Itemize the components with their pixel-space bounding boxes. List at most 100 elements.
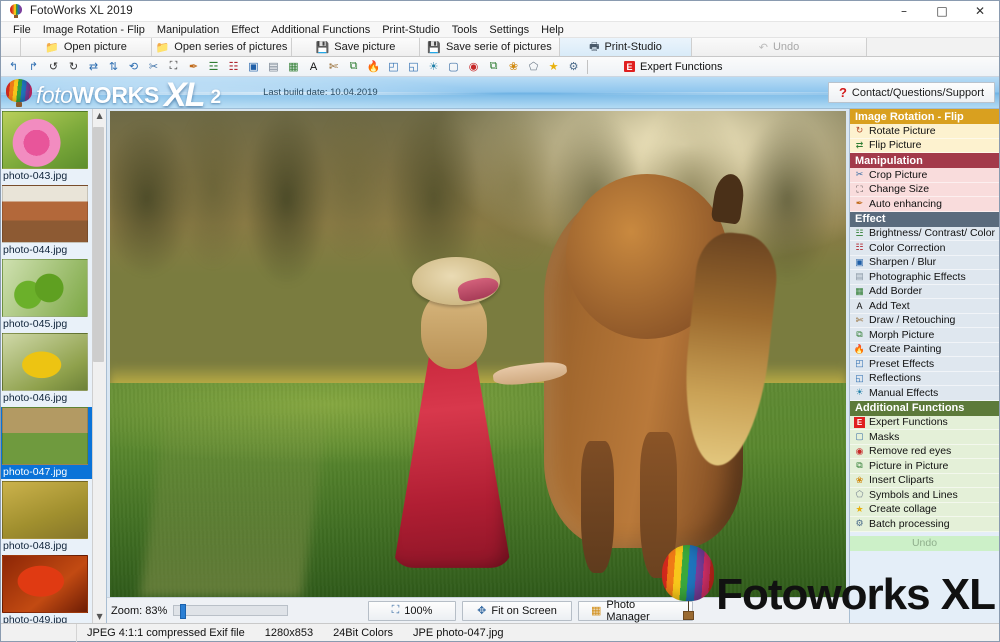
- sidebar-item-sharpen-blur[interactable]: ▣ Sharpen / Blur: [850, 256, 999, 270]
- sidebar-item-change-size[interactable]: ⛶ Change Size: [850, 183, 999, 197]
- flip-horizontal-icon[interactable]: ⇄: [84, 58, 103, 76]
- tab-open-picture[interactable]: 📁 Open picture: [21, 38, 152, 56]
- insert-cliparts-icon[interactable]: ❀: [504, 58, 523, 76]
- sidebar-section-body: ☳ Brightness/ Contrast/ Color ☷ Color Corre…: [850, 226, 999, 401]
- photographic-effects-icon[interactable]: ▤: [264, 58, 283, 76]
- symbols-lines-icon[interactable]: ⬠: [524, 58, 543, 76]
- zoom-100-button[interactable]: ⛶ 100%: [368, 600, 456, 621]
- contact-questions-support-button[interactable]: ? Contact/Questions/Support: [827, 82, 995, 103]
- sidebar-item-manual-effects[interactable]: ☀ Manual Effects: [850, 386, 999, 401]
- thumbnail-filename: photo-045.jpg: [3, 318, 68, 330]
- change-size-icon[interactable]: ⛶: [164, 58, 183, 76]
- add-text-icon[interactable]: A: [304, 58, 323, 76]
- tab-save-picture[interactable]: 💾 Save picture: [292, 38, 420, 56]
- auto-enhance-icon[interactable]: ✒: [184, 58, 203, 76]
- zoom-slider-knob[interactable]: [180, 604, 187, 619]
- menu-image-rotation-flip[interactable]: Image Rotation - Flip: [37, 22, 151, 38]
- thumbnail-item[interactable]: photo-046.jpg: [1, 333, 92, 405]
- menu-help[interactable]: Help: [535, 22, 570, 38]
- sidebar-item-reflections[interactable]: ◱ Reflections: [850, 372, 999, 386]
- sidebar-item-add-border[interactable]: ▦ Add Border: [850, 285, 999, 299]
- sidebar-item-label: Preset Effects: [869, 357, 935, 370]
- status-spacer: [1, 623, 77, 642]
- morph-picture-icon[interactable]: ⧉: [344, 58, 363, 76]
- sidebar-item-picture-in-picture[interactable]: ⧉ Picture in Picture: [850, 459, 999, 474]
- tab-open-series-of-pictures[interactable]: 📁 Open series of pictures: [152, 38, 292, 56]
- picture-in-picture-icon[interactable]: ⧉: [484, 58, 503, 76]
- window-title: FotoWorks XL 2019: [30, 5, 133, 17]
- thumbnail-item[interactable]: photo-047.jpg: [1, 407, 93, 479]
- zoom-slider[interactable]: [173, 604, 289, 619]
- rotate-cw-icon[interactable]: ↻: [64, 58, 83, 76]
- color-correction-icon[interactable]: ☷: [224, 58, 243, 76]
- expert-functions-toolbar-button[interactable]: E Expert Functions: [616, 58, 731, 76]
- sidebar-item-photographic-effects[interactable]: ▤ Photographic Effects: [850, 270, 999, 285]
- create-painting-icon[interactable]: 🔥: [364, 58, 383, 76]
- sidebar-item-rotate-picture[interactable]: ↻ Rotate Picture: [850, 124, 999, 139]
- thumbnail-filename: photo-049.jpg: [3, 614, 68, 623]
- menu-settings[interactable]: Settings: [483, 22, 535, 38]
- crop-icon[interactable]: ✂: [144, 58, 163, 76]
- manual-effects-icon[interactable]: ☀: [424, 58, 443, 76]
- preset-effects-icon[interactable]: ◰: [384, 58, 403, 76]
- sidebar-item-masks[interactable]: ▢ Masks: [850, 430, 999, 445]
- menu-additional-functions[interactable]: Additional Functions: [265, 22, 376, 38]
- minimize-button[interactable]: –: [885, 1, 923, 22]
- sidebar-item-flip-picture[interactable]: ⇄ Flip Picture: [850, 139, 999, 153]
- sidebar-item-create-painting[interactable]: 🔥 Create Painting: [850, 343, 999, 357]
- free-rotate-icon[interactable]: ⟲: [124, 58, 143, 76]
- sidebar-item-draw-retouching[interactable]: ✄ Draw / Retouching: [850, 314, 999, 328]
- menu-effect[interactable]: Effect: [225, 22, 265, 38]
- reflections-icon[interactable]: ◱: [404, 58, 423, 76]
- maximize-button[interactable]: □: [923, 1, 961, 22]
- masks-icon[interactable]: ▢: [444, 58, 463, 76]
- tab-save-serie-of-pictures[interactable]: 💾 Save serie of pictures: [420, 38, 560, 56]
- sidebar-item-insert-cliparts[interactable]: ❀ Insert Cliparts: [850, 474, 999, 488]
- photo-girl-and-horse: [110, 111, 846, 597]
- menu-tools[interactable]: Tools: [446, 22, 484, 38]
- flip-vertical-icon[interactable]: ⇅: [104, 58, 123, 76]
- thumbnail-item[interactable]: photo-048.jpg: [1, 481, 92, 553]
- sidebar-item-add-text[interactable]: A Add Text: [850, 299, 999, 314]
- thumbnail-list[interactable]: photo-043.jpg photo-044.jpg photo-045.jpg p…: [1, 109, 93, 623]
- sidebar-item-create-collage[interactable]: ★ Create collage: [850, 503, 999, 517]
- sidebar-item-auto-enhancing[interactable]: ✒ Auto enhancing: [850, 197, 999, 212]
- fit-on-screen-button[interactable]: ✥ Fit on Screen: [462, 600, 572, 621]
- sidebar-item-expert-functions[interactable]: E Expert Functions: [850, 416, 999, 430]
- photo-manager-button[interactable]: ▦ Photo Manager: [578, 599, 693, 623]
- status-format: JPEG 4:1:1 compressed Exif file: [87, 626, 245, 639]
- menu-manipulation[interactable]: Manipulation: [151, 22, 225, 38]
- folder-icon: 📁: [155, 41, 170, 54]
- draw-retouch-icon[interactable]: ✄: [324, 58, 343, 76]
- thumbnail-item[interactable]: photo-044.jpg: [1, 185, 92, 257]
- sidebar-item-remove-red-eyes[interactable]: ◉ Remove red eyes: [850, 445, 999, 459]
- sidebar-item-crop-picture[interactable]: ✂ Crop Picture: [850, 168, 999, 183]
- sidebar-item-brightness-contrast-color[interactable]: ☳ Brightness/ Contrast/ Color: [850, 227, 999, 241]
- rotate-ccw-icon[interactable]: ↺: [44, 58, 63, 76]
- sidebar-item-batch-processing[interactable]: ⚙ Batch processing: [850, 517, 999, 532]
- brightness-contrast-icon[interactable]: ☲: [204, 58, 223, 76]
- menu-file[interactable]: File: [7, 22, 37, 38]
- tab-print-studio[interactable]: 🖶 Print-Studio: [560, 38, 692, 56]
- rotate-right-icon[interactable]: ↱: [24, 58, 43, 76]
- thumbnail-scroll-thumb[interactable]: [93, 127, 104, 362]
- batch-processing-icon[interactable]: ⚙: [564, 58, 583, 76]
- rotate-left-icon[interactable]: ↰: [4, 58, 23, 76]
- create-collage-icon[interactable]: ★: [544, 58, 563, 76]
- scroll-up-icon[interactable]: ▲: [96, 111, 102, 120]
- sidebar-item-color-correction[interactable]: ☷ Color Correction: [850, 241, 999, 256]
- add-border-icon[interactable]: ▦: [284, 58, 303, 76]
- scroll-down-icon[interactable]: ▼: [96, 612, 102, 621]
- remove-red-eyes-icon[interactable]: ◉: [464, 58, 483, 76]
- thumbnail-item[interactable]: photo-045.jpg: [1, 259, 92, 331]
- thumbnail-item[interactable]: photo-043.jpg: [1, 111, 92, 183]
- sidebar-item-morph-picture[interactable]: ⧉ Morph Picture: [850, 328, 999, 343]
- sidebar-item-label: Create collage: [869, 503, 937, 516]
- menu-print-studio[interactable]: Print-Studio: [376, 22, 445, 38]
- image-canvas[interactable]: [110, 111, 846, 597]
- thumbnail-item[interactable]: photo-049.jpg: [1, 555, 92, 623]
- sidebar-item-preset-effects[interactable]: ◰ Preset Effects: [850, 357, 999, 372]
- sidebar-item-symbols-and-lines[interactable]: ⬠ Symbols and Lines: [850, 488, 999, 503]
- sharpen-blur-icon[interactable]: ▣: [244, 58, 263, 76]
- close-button[interactable]: ✕: [961, 1, 999, 22]
